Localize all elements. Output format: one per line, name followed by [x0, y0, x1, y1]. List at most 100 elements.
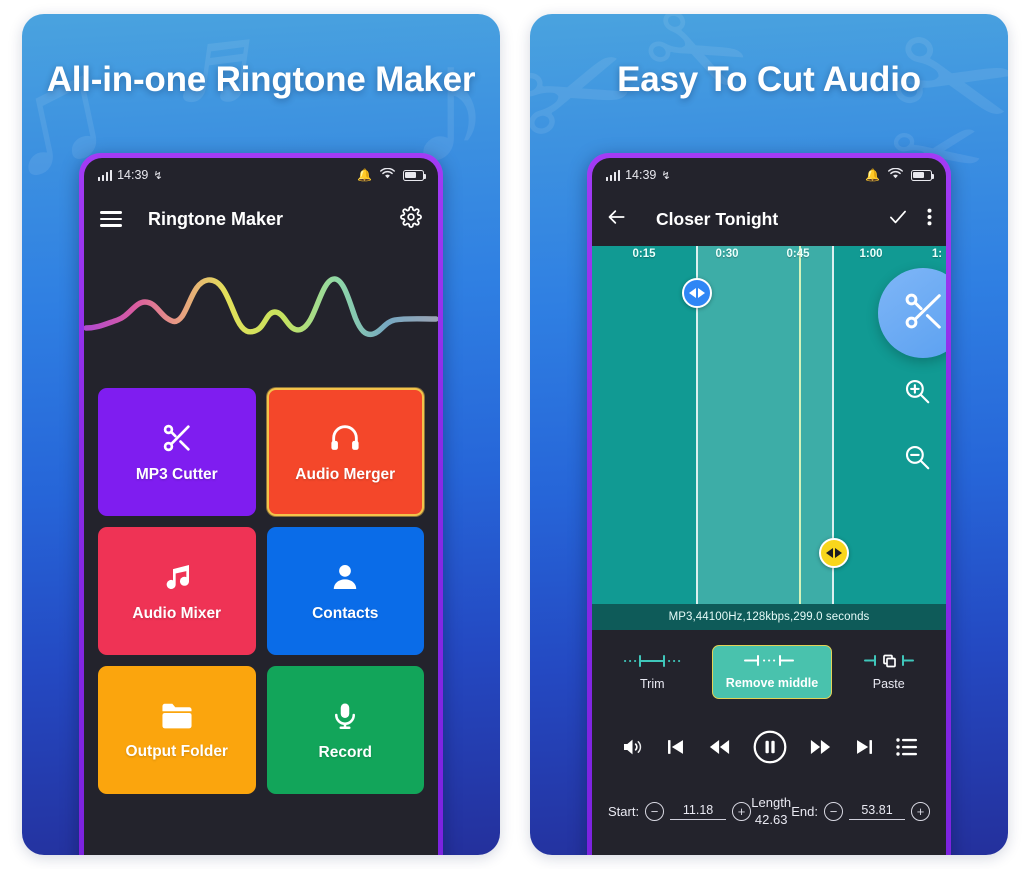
tool-trim[interactable]: Trim	[623, 654, 681, 691]
zoom-in-icon	[902, 379, 932, 410]
tile-audio-merger[interactable]: Audio Merger	[266, 388, 424, 516]
promo-card-right: ✂ ✂ ✂ ✂ Easy To Cut Audio 14:39 ↯ 🔔	[530, 14, 1008, 855]
bell-icon: 🔔	[357, 168, 372, 182]
tile-record[interactable]: Record	[266, 666, 424, 794]
fast-forward-icon[interactable]	[807, 735, 834, 759]
rewind-icon[interactable]	[706, 735, 733, 759]
end-increment-button[interactable]: +	[911, 801, 930, 821]
length-value: 42.63	[754, 812, 788, 827]
timeline-ruler: 0:15 0:30 0:45 1:00 1:	[592, 246, 946, 268]
scissors-icon	[900, 288, 946, 339]
selection-band[interactable]	[696, 246, 834, 604]
time-controls-row: Start: − 11.18 + Length 42.63 End: − 53.…	[592, 780, 946, 842]
waveform-editor[interactable]: 0:15 0:30 0:45 1:00 1:	[592, 246, 946, 604]
hamburger-menu-icon[interactable]	[100, 211, 122, 227]
folder-icon	[159, 700, 195, 732]
end-time-control: End: − 53.81 +	[791, 801, 930, 821]
start-increment-button[interactable]: +	[732, 801, 752, 821]
pause-circle-icon[interactable]	[752, 729, 788, 765]
confirm-check-icon[interactable]	[887, 207, 909, 232]
edit-tools-row: Trim Remove middle Paste	[592, 630, 946, 714]
start-decrement-button[interactable]: −	[645, 801, 665, 821]
battery-icon	[911, 169, 935, 181]
status-bar-time: 14:39	[117, 168, 149, 182]
signal-icon	[98, 169, 113, 181]
zoom-out-icon	[902, 445, 932, 476]
start-time-control: Start: − 11.18 +	[608, 801, 752, 821]
signal-icon	[606, 169, 621, 181]
status-bar-right: 14:39 ↯ 🔔	[592, 158, 946, 192]
promo-title-left: All-in-one Ringtone Maker	[46, 60, 476, 99]
feature-tile-grid: MP3 Cutter Audio Merger Audio Mixer Cont…	[84, 388, 438, 808]
selection-end-handle[interactable]	[819, 538, 849, 568]
tile-mp3-cutter[interactable]: MP3 Cutter	[98, 388, 256, 516]
music-note-icon	[161, 560, 193, 594]
tile-label: MP3 Cutter	[135, 465, 218, 483]
phone-mockup-left: 14:39 ↯ 🔔 Ringtone Maker MP3 Cutter Audi…	[79, 153, 443, 855]
zoom-out-button[interactable]	[902, 442, 932, 477]
wifi-icon	[888, 167, 903, 182]
tool-label: Paste	[872, 677, 905, 691]
volume-icon[interactable]	[620, 735, 645, 759]
end-label: End:	[791, 803, 818, 819]
ruler-tick-label: 1:	[931, 248, 943, 260]
skip-previous-icon[interactable]	[664, 735, 687, 759]
hero-waveform	[84, 246, 438, 388]
audio-info-bar: MP3,44100Hz,128kbps,299.0 seconds	[592, 604, 946, 630]
tile-label: Contacts	[312, 604, 379, 622]
trim-icon	[623, 654, 681, 671]
back-arrow-icon[interactable]	[606, 207, 628, 232]
overflow-menu-icon[interactable]	[927, 207, 932, 232]
end-decrement-button[interactable]: −	[824, 801, 843, 821]
app-title: Ringtone Maker	[148, 208, 284, 229]
start-value-field[interactable]: 11.18	[670, 803, 727, 820]
start-label: Start:	[608, 803, 640, 819]
track-title: Closer Tonight	[656, 208, 779, 229]
ruler-tick-label: 0:30	[715, 248, 739, 260]
headphones-icon	[327, 421, 363, 455]
promo-card-left: ♫ ♪ ♬ All-in-one Ringtone Maker 14:39 ↯ …	[22, 14, 500, 855]
remove-middle-icon	[743, 654, 801, 670]
wifi-icon	[380, 167, 395, 182]
battery-icon	[403, 169, 427, 181]
status-bar-left: 14:39 ↯ 🔔	[84, 158, 438, 192]
promo-title-right: Easy To Cut Audio	[617, 60, 921, 99]
length-display: Length 42.63	[751, 794, 791, 828]
skip-next-icon[interactable]	[853, 735, 876, 759]
tool-remove-middle[interactable]: Remove middle	[711, 645, 833, 699]
ruler-tick-label: 0:45	[786, 248, 810, 260]
tile-label: Output Folder	[125, 742, 228, 760]
tool-paste[interactable]: Paste	[863, 653, 915, 691]
playback-controls	[592, 714, 946, 780]
selection-start-handle[interactable]	[682, 278, 712, 308]
app-bar-right: Closer Tonight	[592, 192, 946, 246]
usb-icon: ↯	[153, 169, 163, 182]
playhead-marker	[799, 246, 801, 604]
end-value-field[interactable]: 53.81	[849, 803, 905, 820]
length-label: Length	[751, 794, 792, 810]
person-icon	[329, 560, 361, 594]
phone-mockup-right: 14:39 ↯ 🔔 Closer Tonight 0:15 0:30 0:45 …	[587, 153, 951, 855]
ruler-tick-label: 0:15	[632, 248, 656, 260]
usb-icon: ↯	[661, 169, 671, 182]
tile-audio-mixer[interactable]: Audio Mixer	[98, 527, 256, 655]
tool-label: Remove middle	[725, 676, 819, 690]
settings-gear-icon[interactable]	[400, 205, 422, 233]
zoom-in-button[interactable]	[902, 376, 932, 411]
ruler-tick-label: 1:00	[859, 248, 883, 260]
tile-output-folder[interactable]: Output Folder	[98, 666, 256, 794]
scissors-icon	[160, 421, 194, 455]
bell-icon: 🔔	[865, 168, 880, 182]
tile-label: Record	[318, 743, 372, 761]
app-bar-left: Ringtone Maker	[84, 192, 438, 246]
paste-icon	[863, 653, 915, 671]
phone-screen-right: 14:39 ↯ 🔔 Closer Tonight 0:15 0:30 0:45 …	[592, 158, 946, 855]
tile-label: Audio Mixer	[132, 604, 222, 622]
playlist-icon[interactable]	[895, 736, 919, 758]
tile-label: Audio Merger	[295, 465, 396, 483]
microphone-icon	[330, 699, 360, 733]
screenshot-stage: ♫ ♪ ♬ All-in-one Ringtone Maker 14:39 ↯ …	[0, 0, 1024, 869]
tool-label: Trim	[640, 676, 665, 691]
tile-contacts[interactable]: Contacts	[266, 527, 424, 655]
status-bar-time: 14:39	[625, 168, 657, 182]
